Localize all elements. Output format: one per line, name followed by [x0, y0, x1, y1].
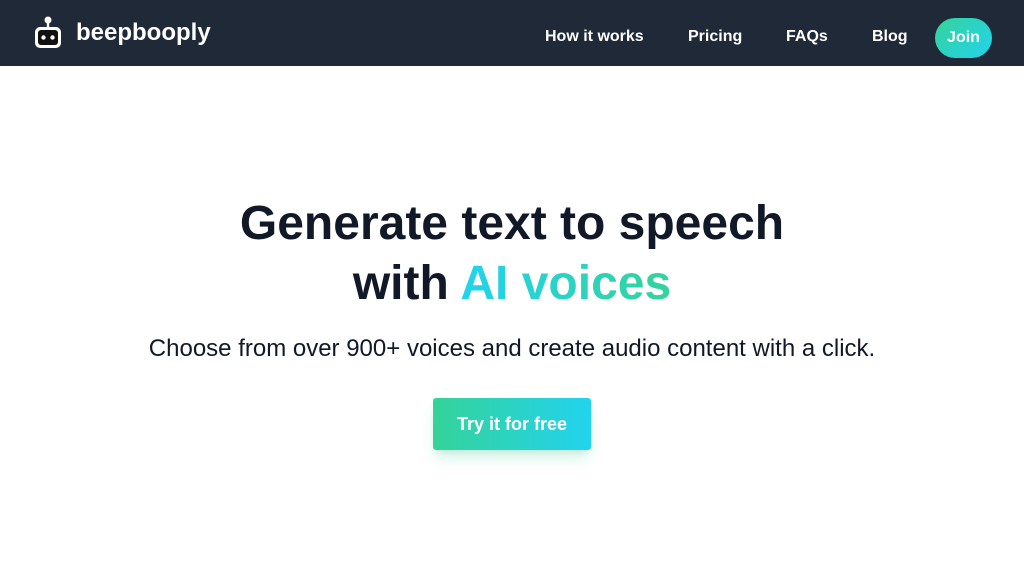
- hero-subtitle: Choose from over 900+ voices and create …: [148, 335, 876, 362]
- nav-link-blog[interactable]: Blog: [872, 28, 908, 46]
- top-navbar: beepbooply How it works Pricing FAQs Blo…: [0, 0, 1024, 66]
- nav-link-how-it-works[interactable]: How it works: [545, 28, 644, 46]
- hero-title-line-2-prefix: with: [352, 257, 461, 310]
- nav-link-faqs[interactable]: FAQs: [786, 28, 828, 46]
- hero-title-line-1: Generate text to speech: [239, 197, 785, 250]
- try-free-button[interactable]: Try it for free: [433, 398, 591, 450]
- robot-icon: [35, 16, 61, 48]
- brand-logo-link[interactable]: beepbooply: [32, 16, 211, 50]
- join-button[interactable]: Join: [935, 18, 992, 58]
- nav-link-pricing[interactable]: Pricing: [688, 28, 742, 46]
- hero-title: Generate text to speech with AI voices: [0, 194, 1024, 314]
- hero-title-accent: AI voices: [460, 257, 672, 310]
- brand-name: beepbooply: [76, 19, 211, 46]
